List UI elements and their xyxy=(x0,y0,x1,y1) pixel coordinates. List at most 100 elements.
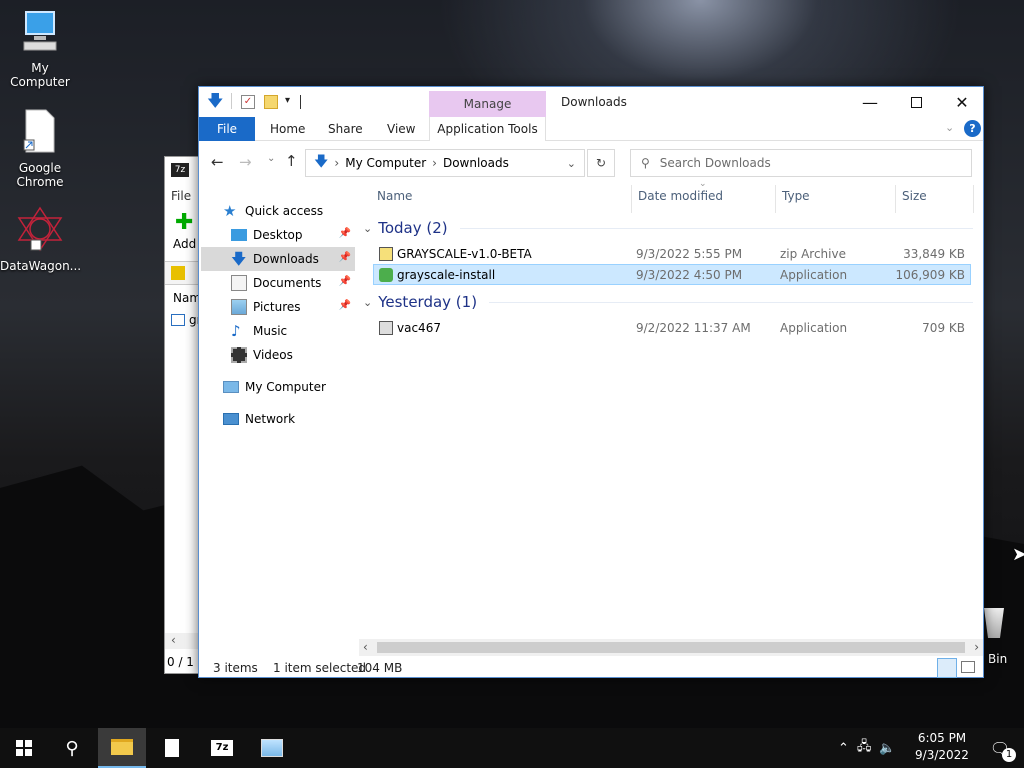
new-folder-icon[interactable] xyxy=(264,95,278,109)
tab-file[interactable]: File xyxy=(199,117,255,141)
show-hidden-icons-icon[interactable]: ⌃ xyxy=(838,741,849,756)
scroll-thumb[interactable] xyxy=(377,642,965,653)
scroll-right-icon[interactable]: › xyxy=(974,640,979,654)
search-icon: ⚲ xyxy=(641,156,650,170)
application-package-icon xyxy=(379,267,393,282)
nav-my-computer[interactable]: My Computer xyxy=(223,375,377,399)
tab-share[interactable]: Share xyxy=(328,117,363,141)
file-row[interactable]: GRAYSCALE-v1.0-BETA 9/3/2022 5:55 PM zip… xyxy=(373,243,971,264)
network-tray-icon[interactable]: 🖧 xyxy=(857,737,872,759)
pin-icon[interactable]: 📌 xyxy=(339,276,351,287)
desktop-icon-google-chrome[interactable]: Google Chrome xyxy=(0,108,80,189)
taskbar-control-panel[interactable] xyxy=(248,728,296,768)
search-input[interactable]: ⚲ Search Downloads xyxy=(630,149,972,177)
help-icon[interactable]: ? xyxy=(964,120,981,137)
file-type: Application xyxy=(780,267,848,282)
tab-manage[interactable]: Manage xyxy=(429,91,546,117)
scroll-left-icon[interactable]: ‹ xyxy=(363,640,368,654)
group-yesterday[interactable]: ⌄ Yesterday (1) xyxy=(363,291,973,313)
notification-badge: 1 xyxy=(1002,748,1016,762)
minimize-button[interactable]: — xyxy=(847,87,893,117)
file-explorer-icon xyxy=(111,739,133,755)
bg-menu-file[interactable]: File xyxy=(171,189,191,203)
pin-icon[interactable]: 📌 xyxy=(339,300,351,311)
taskbar-file-explorer[interactable] xyxy=(98,728,146,768)
title-bar[interactable]: 🡇 ✓ ▾ Manage Downloads — ✕ xyxy=(199,87,983,117)
clock[interactable]: 6:05 PM 9/3/2022 xyxy=(912,730,972,764)
tab-home[interactable]: Home xyxy=(270,117,305,141)
pictures-icon xyxy=(231,299,247,315)
file-list: Name ⌄ Date modified Type Size ⌄ Today (2… xyxy=(361,179,981,639)
nav-downloads[interactable]: 🡇 Downloads 📌 xyxy=(201,247,355,271)
desktop-icon-recycle-bin[interactable]: Bin xyxy=(984,608,1024,668)
search-button[interactable]: ⚲ xyxy=(48,728,96,768)
column-separator[interactable] xyxy=(631,185,632,213)
datawagon-logo-icon xyxy=(0,206,80,255)
tab-application-tools[interactable]: Application Tools xyxy=(429,117,546,141)
nav-network[interactable]: Network xyxy=(223,407,377,431)
desktop-icon-my-computer[interactable]: My Computer xyxy=(0,10,80,89)
nav-documents[interactable]: Documents 📌 xyxy=(231,271,355,295)
taskbar: ⚲ 7z ⌃ 🖧 🔈 6:05 PM 9/3/2022 🗨 1 xyxy=(0,728,1024,768)
scroll-left-icon[interactable]: ‹ xyxy=(171,633,176,647)
status-selection: 1 item selected xyxy=(273,661,367,675)
column-separator[interactable] xyxy=(895,185,896,213)
collapse-chevron-icon[interactable]: ⌄ xyxy=(363,222,372,235)
qat-dropdown-icon[interactable]: ▾ xyxy=(285,95,290,106)
collapse-chevron-icon[interactable]: ⌄ xyxy=(363,296,372,309)
folder-up-icon[interactable] xyxy=(171,266,185,280)
column-header-date[interactable]: Date modified xyxy=(638,179,723,213)
system-tray: ⌃ 🖧 🔈 xyxy=(838,728,896,768)
column-header-type[interactable]: Type xyxy=(782,179,810,213)
minimize-icon: — xyxy=(862,92,878,112)
start-button[interactable] xyxy=(0,728,48,768)
group-today[interactable]: ⌄ Today (2) xyxy=(363,217,973,239)
recent-locations-icon[interactable]: ⌄ xyxy=(267,153,275,164)
file-row-selected[interactable]: grayscale-install 9/3/2022 4:50 PM Appli… xyxy=(373,264,971,285)
maximize-button[interactable] xyxy=(893,87,939,117)
refresh-button[interactable]: ↻ xyxy=(587,149,615,177)
computer-icon xyxy=(223,381,239,393)
nav-desktop[interactable]: Desktop 📌 xyxy=(231,223,355,247)
column-header-name[interactable]: Name xyxy=(377,179,412,213)
explorer-window[interactable]: 🡇 ✓ ▾ Manage Downloads — ✕ File Home Sha… xyxy=(198,86,984,678)
column-separator[interactable] xyxy=(973,185,974,213)
bg-add-label[interactable]: Add xyxy=(173,237,196,251)
status-item-count: 3 items xyxy=(213,661,258,675)
tab-view[interactable]: View xyxy=(387,117,415,141)
close-button[interactable]: ✕ xyxy=(939,87,985,117)
address-bar[interactable]: 🡇 › My Computer › Downloads ⌄ xyxy=(305,149,585,177)
address-dropdown-icon[interactable]: ⌄ xyxy=(567,157,576,170)
group-divider xyxy=(459,227,973,229)
large-icons-view-icon[interactable] xyxy=(961,661,975,673)
details-view-icon[interactable] xyxy=(937,658,957,678)
expand-ribbon-icon[interactable]: ⌄ xyxy=(945,121,954,134)
column-separator[interactable] xyxy=(775,185,776,213)
breadcrumb-my-computer[interactable]: My Computer xyxy=(345,156,426,170)
volume-icon[interactable]: 🔈 xyxy=(879,741,895,756)
desktop-icon-datawagon[interactable]: DataWagon... xyxy=(0,206,81,273)
maximize-icon xyxy=(910,96,922,108)
back-icon[interactable]: ← xyxy=(211,153,224,171)
pin-icon[interactable]: 📌 xyxy=(339,252,351,263)
pin-icon[interactable]: 📌 xyxy=(339,228,351,239)
document-icon xyxy=(165,739,179,757)
column-header-size[interactable]: Size xyxy=(902,179,927,213)
up-icon[interactable]: ↑ xyxy=(285,152,298,170)
properties-icon[interactable]: ✓ xyxy=(241,95,255,109)
breadcrumb-downloads[interactable]: Downloads xyxy=(443,156,509,170)
file-row[interactable]: vac467 9/2/2022 11:37 AM Application 709… xyxy=(373,317,971,338)
bg-list-item[interactable]: gr xyxy=(171,313,202,327)
taskbar-document[interactable] xyxy=(148,728,196,768)
bg-col-name[interactable]: Nam xyxy=(173,291,201,305)
taskbar-7zip[interactable]: 7z xyxy=(198,728,246,768)
downloads-folder-icon: 🡇 xyxy=(314,154,329,170)
network-icon xyxy=(223,413,239,425)
forward-icon[interactable]: → xyxy=(239,153,252,171)
documents-icon xyxy=(231,275,247,291)
horizontal-scrollbar[interactable]: ‹ › xyxy=(359,639,983,656)
action-center-button[interactable]: 🗨 1 xyxy=(976,728,1024,768)
nav-quick-access[interactable]: ★ Quick access xyxy=(223,199,377,223)
nav-pictures[interactable]: Pictures 📌 xyxy=(231,295,355,319)
star-icon: ★ xyxy=(223,202,237,220)
